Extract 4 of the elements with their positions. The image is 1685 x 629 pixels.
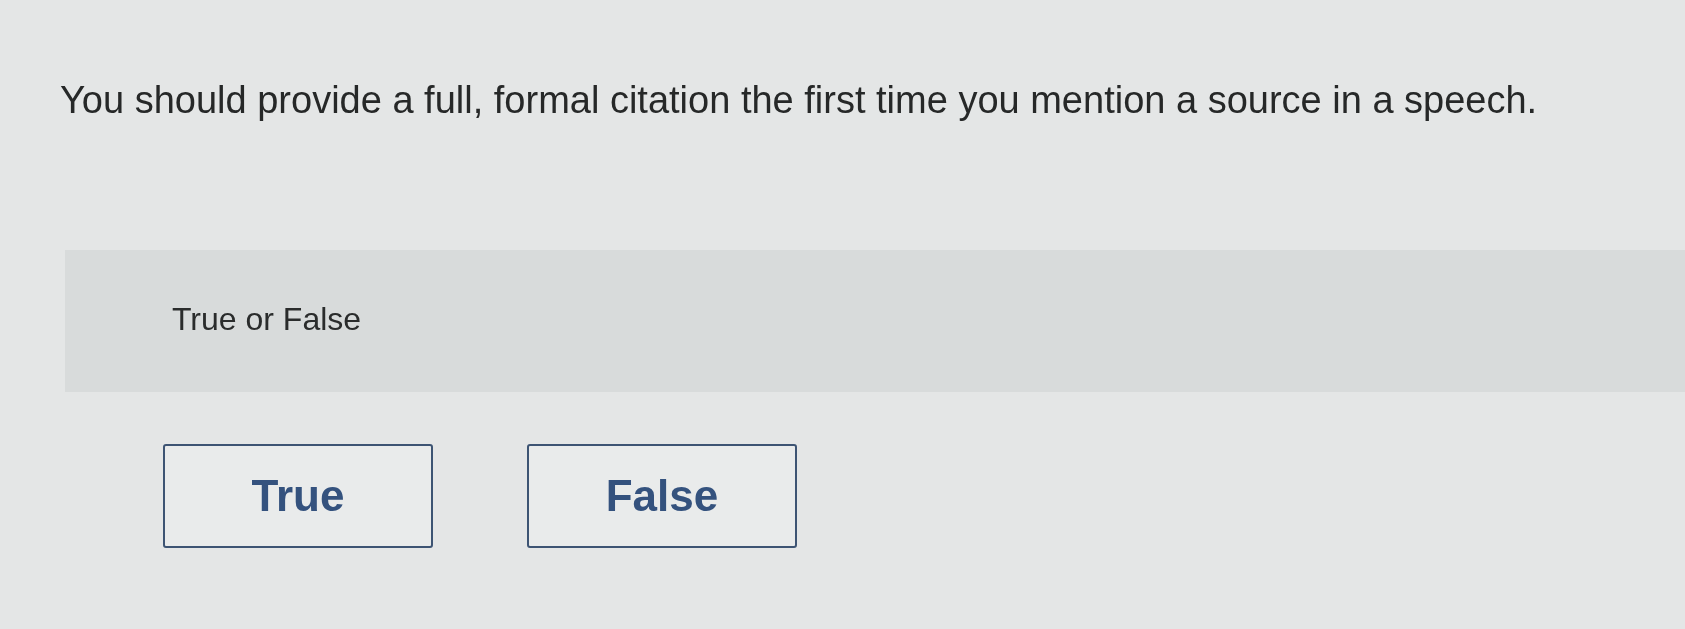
question-text: You should provide a full, formal citation the first time you mention a source in a speech. [60,78,1538,122]
prompt-text: True or False [172,300,362,338]
answer-option[interactable]: False [527,444,797,548]
answer-option[interactable]: True [163,444,433,548]
